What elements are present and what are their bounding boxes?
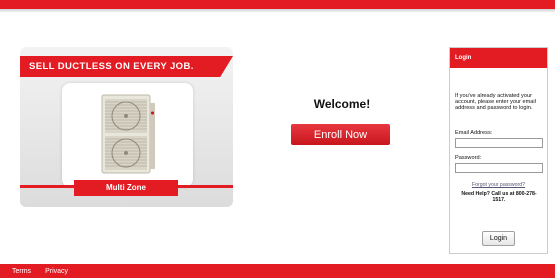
login-panel: Login If you've already activated your a… <box>449 47 548 254</box>
footer-link-terms[interactable]: Terms <box>12 268 31 275</box>
help-text: Need Help? Call us at 800-278-1517. <box>461 191 537 204</box>
email-field[interactable] <box>455 138 543 148</box>
password-field[interactable] <box>455 163 543 173</box>
welcome-heading: Welcome! <box>313 97 371 111</box>
promo-banner: SELL DUCTLESS ON EVERY JOB. Multi Zone <box>20 47 233 207</box>
top-accent-bar <box>0 0 555 13</box>
password-label: Password: <box>455 155 482 161</box>
login-intro-text: If you've already activated your account… <box>455 93 536 112</box>
footer-link-privacy[interactable]: Privacy <box>45 268 68 275</box>
outdoor-condenser-unit-icon <box>101 94 155 174</box>
forgot-password-link[interactable]: Forgot your password? <box>450 182 547 188</box>
enroll-now-button[interactable]: Enroll Now <box>291 124 390 145</box>
email-label: Email Address: <box>455 130 493 136</box>
product-label: Multi Zone <box>74 180 178 196</box>
footer: Terms Privacy <box>0 264 555 278</box>
login-title: Login <box>450 48 547 68</box>
login-button[interactable]: Login <box>482 231 515 246</box>
product-image-card <box>62 83 193 187</box>
promo-headline: SELL DUCTLESS ON EVERY JOB. <box>20 56 233 77</box>
